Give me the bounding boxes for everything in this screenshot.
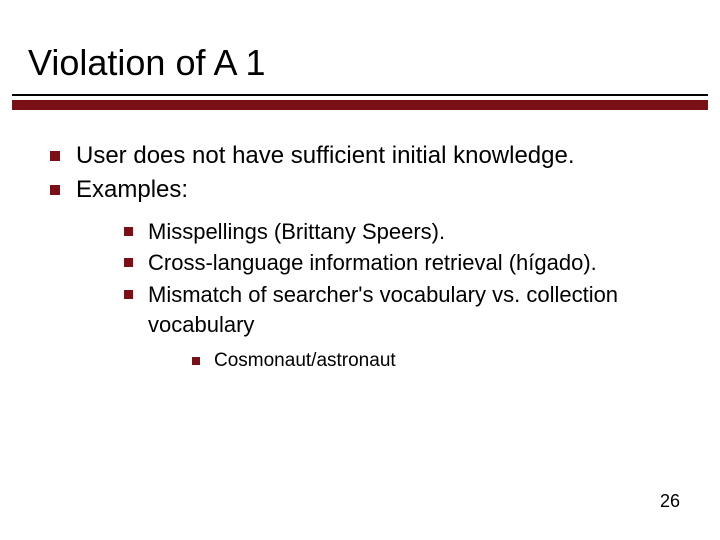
bullet-list-level3: Cosmonaut/astronaut [188, 348, 680, 375]
bullet-l1: Examples: Misspellings (Brittany Speers)… [40, 174, 680, 374]
bullet-l2: Mismatch of searcher's vocabulary vs. co… [118, 280, 680, 374]
bullet-l1: User does not have sufficient initial kn… [40, 140, 680, 172]
bullet-l3: Cosmonaut/astronaut [188, 348, 680, 375]
title-rule-thick [12, 100, 708, 110]
page-number: 26 [660, 491, 680, 512]
title-rule-thin [12, 94, 708, 96]
slide-body: User does not have sufficient initial kn… [40, 140, 680, 376]
bullet-list-level2: Misspellings (Brittany Speers). Cross-la… [118, 217, 680, 374]
bullet-l2-text: Mismatch of searcher's vocabulary vs. co… [148, 282, 618, 337]
bullet-l2: Misspellings (Brittany Speers). [118, 217, 680, 247]
slide: Violation of A 1 User does not have suff… [0, 0, 720, 540]
slide-title: Violation of A 1 [28, 42, 266, 84]
bullet-l2: Cross-language information retrieval (hí… [118, 248, 680, 278]
bullet-l1-text: Examples: [76, 176, 188, 203]
bullet-list-level1: User does not have sufficient initial kn… [40, 140, 680, 374]
